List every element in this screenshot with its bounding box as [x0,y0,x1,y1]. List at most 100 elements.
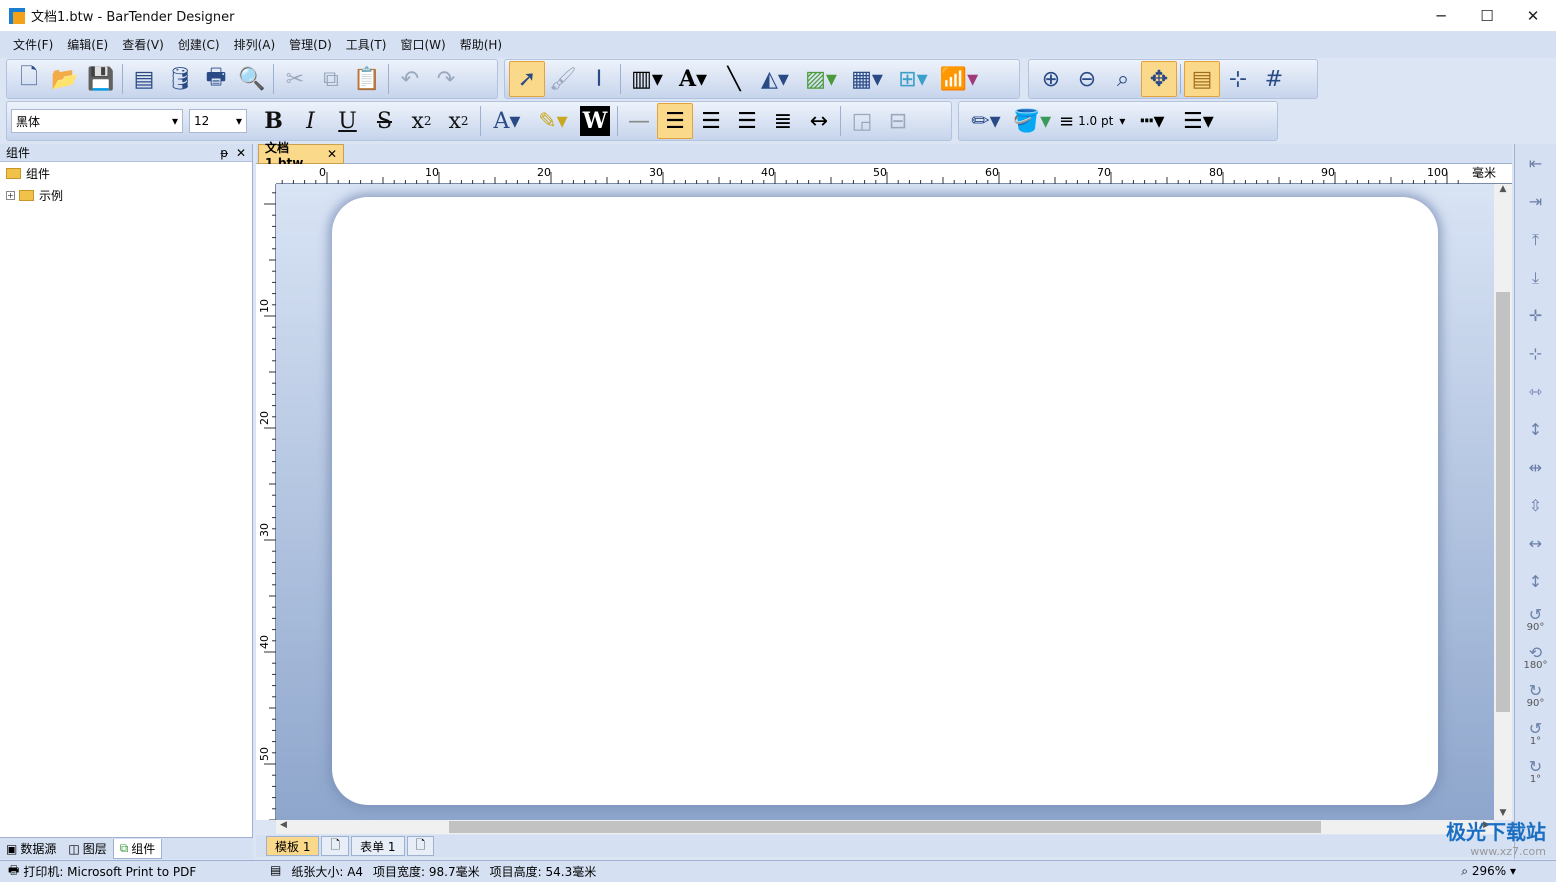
vertical-scroll-thumb[interactable] [1496,292,1510,712]
rotate-right-90-icon[interactable]: ↻ 90° [1518,679,1554,713]
tab-data-sources[interactable]: ▣ 数据源 [0,839,62,859]
font-color-icon[interactable]: A▾ [484,103,530,139]
picture-icon[interactable]: ▨▾ [798,61,844,97]
grid-object-icon[interactable]: ⊞▾ [890,61,936,97]
zoom-fit-icon[interactable]: ⌕ [1105,61,1141,97]
zoom-to-page-icon[interactable]: ✥ [1141,61,1177,97]
zoom-out-icon[interactable]: ⊖ [1069,61,1105,97]
save-icon[interactable]: 💾 [83,61,119,97]
rfid-icon[interactable]: 📶▾ [936,61,982,97]
panel-close-icon[interactable]: ✕ [236,146,246,160]
horizontal-scrollbar[interactable]: ◀ ▶ [276,820,1494,834]
line-color-icon[interactable]: ✏▾ [963,103,1009,139]
cut-icon[interactable]: ✂ [277,61,313,97]
print-preview-icon[interactable]: 🔍 [234,61,270,97]
font-family-select[interactable]: 黑体 ▾ [11,109,183,133]
new-document-icon[interactable]: 🗋 [11,61,47,97]
tab-close-icon[interactable]: ✕ [327,147,337,161]
highlight-icon[interactable]: ✎▾ [530,103,576,139]
minimize-button[interactable]: ─ [1418,0,1464,31]
no-alignment-icon[interactable]: — [621,103,657,139]
select-pointer-icon[interactable]: ➚ [509,61,545,97]
menu-tools[interactable]: 工具(T) [339,36,394,53]
reverse-text-icon[interactable]: W [580,106,610,136]
text-wrap-icon[interactable]: ⊟ [880,103,916,139]
database-icon[interactable]: 🛢 [162,61,198,97]
design-canvas[interactable] [276,184,1494,820]
distribute-horizontal-icon[interactable]: ⇹ [1518,451,1554,485]
menu-edit[interactable]: 编辑(E) [60,36,115,53]
horizontal-scroll-thumb[interactable] [449,821,1321,833]
bold-icon[interactable]: B [255,103,292,139]
menu-create[interactable]: 创建(C) [171,36,227,53]
rotate-left-1-icon[interactable]: ↺ 1° [1518,717,1554,751]
tab-document[interactable]: 文档1.btw ✕ [258,141,344,170]
close-button[interactable]: ✕ [1510,0,1556,31]
format-painter-icon[interactable]: 🖌 [545,61,581,97]
chevron-down-icon[interactable]: ▾ [1510,864,1516,878]
paste-icon[interactable]: 📋 [349,61,385,97]
pin-icon[interactable]: ᵽ [220,146,228,160]
align-center-icon[interactable]: ☰ [693,103,729,139]
table-icon[interactable]: ▦▾ [844,61,890,97]
align-right-icon[interactable]: ☰ [729,103,765,139]
justify-icon[interactable]: ≣ [765,103,801,139]
menu-help[interactable]: 帮助(H) [453,36,509,53]
tab-form-1[interactable]: 表单 1 [351,836,405,856]
tree-root-components[interactable]: 组件 [0,162,252,184]
menu-file[interactable]: 文件(F) [6,36,60,53]
align-left-edges-icon[interactable]: ⇤ [1518,147,1554,181]
align-right-edges-icon[interactable]: ⇥ [1518,185,1554,219]
center-horizontally-icon[interactable]: ⇿ [1518,375,1554,409]
tree-item-examples[interactable]: + 示例 [0,184,252,206]
snap-icon[interactable]: ⊹ [1220,61,1256,97]
print-icon[interactable]: 🖶 [198,61,234,97]
distribute-vertical-icon[interactable]: ⇳ [1518,489,1554,523]
barcode-icon[interactable]: ▥▾ [624,61,670,97]
superscript-icon[interactable]: x2 [440,103,477,139]
zoom-in-icon[interactable]: ⊕ [1033,61,1069,97]
menu-administer[interactable]: 管理(D) [282,36,339,53]
tab-layers[interactable]: ◫ 图层 [62,839,112,859]
line-icon[interactable]: ╲ [716,61,752,97]
scroll-left-icon[interactable]: ◀ [280,820,287,830]
rotate-180-icon[interactable]: ⟲ 180° [1518,641,1554,675]
strikethrough-icon[interactable]: S [366,103,403,139]
same-height-icon[interactable]: ↕ [1518,565,1554,599]
label-template[interactable] [332,197,1438,805]
vertical-scrollbar[interactable]: ▲ ▼ [1494,184,1512,820]
open-folder-icon[interactable]: 📂 [47,61,83,97]
line-style-icon[interactable]: ┅▾ [1129,103,1175,139]
text-icon[interactable]: A▾ [670,61,716,97]
maximize-button[interactable]: ☐ [1464,0,1510,31]
menu-window[interactable]: 窗口(W) [393,36,452,53]
align-top-edges-icon[interactable]: ⤒ [1518,223,1554,257]
add-template-icon[interactable]: 🗋 [321,836,350,856]
ruler-toggle-icon[interactable]: ▤ [1184,61,1220,97]
rotate-right-1-icon[interactable]: ↻ 1° [1518,755,1554,789]
tab-template-1[interactable]: 模板 1 [266,836,320,856]
redo-icon[interactable]: ↷ [428,61,464,97]
copy-icon[interactable]: ⧉ [313,61,349,97]
font-size-select[interactable]: 12 ▾ [189,109,247,133]
center-vertically-icon[interactable]: ↕ [1518,413,1554,447]
page-setup-icon[interactable]: ▤ [126,61,162,97]
undo-icon[interactable]: ↶ [392,61,428,97]
add-form-icon[interactable]: 🗋 [406,836,435,856]
subscript-icon[interactable]: x2 [403,103,440,139]
align-left-icon[interactable]: ☰ [657,103,693,139]
rotate-left-90-icon[interactable]: ↺ 90° [1518,603,1554,637]
line-end-icon[interactable]: ☰▾ [1175,103,1221,139]
align-bottom-edges-icon[interactable]: ⤓ [1518,261,1554,295]
menu-view[interactable]: 查看(V) [115,36,171,53]
underline-icon[interactable]: U [329,103,366,139]
shape-icon[interactable]: ◭▾ [752,61,798,97]
expand-icon[interactable]: + [6,190,15,200]
same-width-icon[interactable]: ↔ [1518,527,1554,561]
align-middles-icon[interactable]: ⊹ [1518,337,1554,371]
grid-toggle-icon[interactable]: # [1256,61,1292,97]
text-cursor-icon[interactable]: Ι [581,61,617,97]
text-fit-icon[interactable]: ◲ [844,103,880,139]
menu-arrange[interactable]: 排列(A) [227,36,283,53]
tab-components[interactable]: ⧉ 组件 [112,838,163,859]
